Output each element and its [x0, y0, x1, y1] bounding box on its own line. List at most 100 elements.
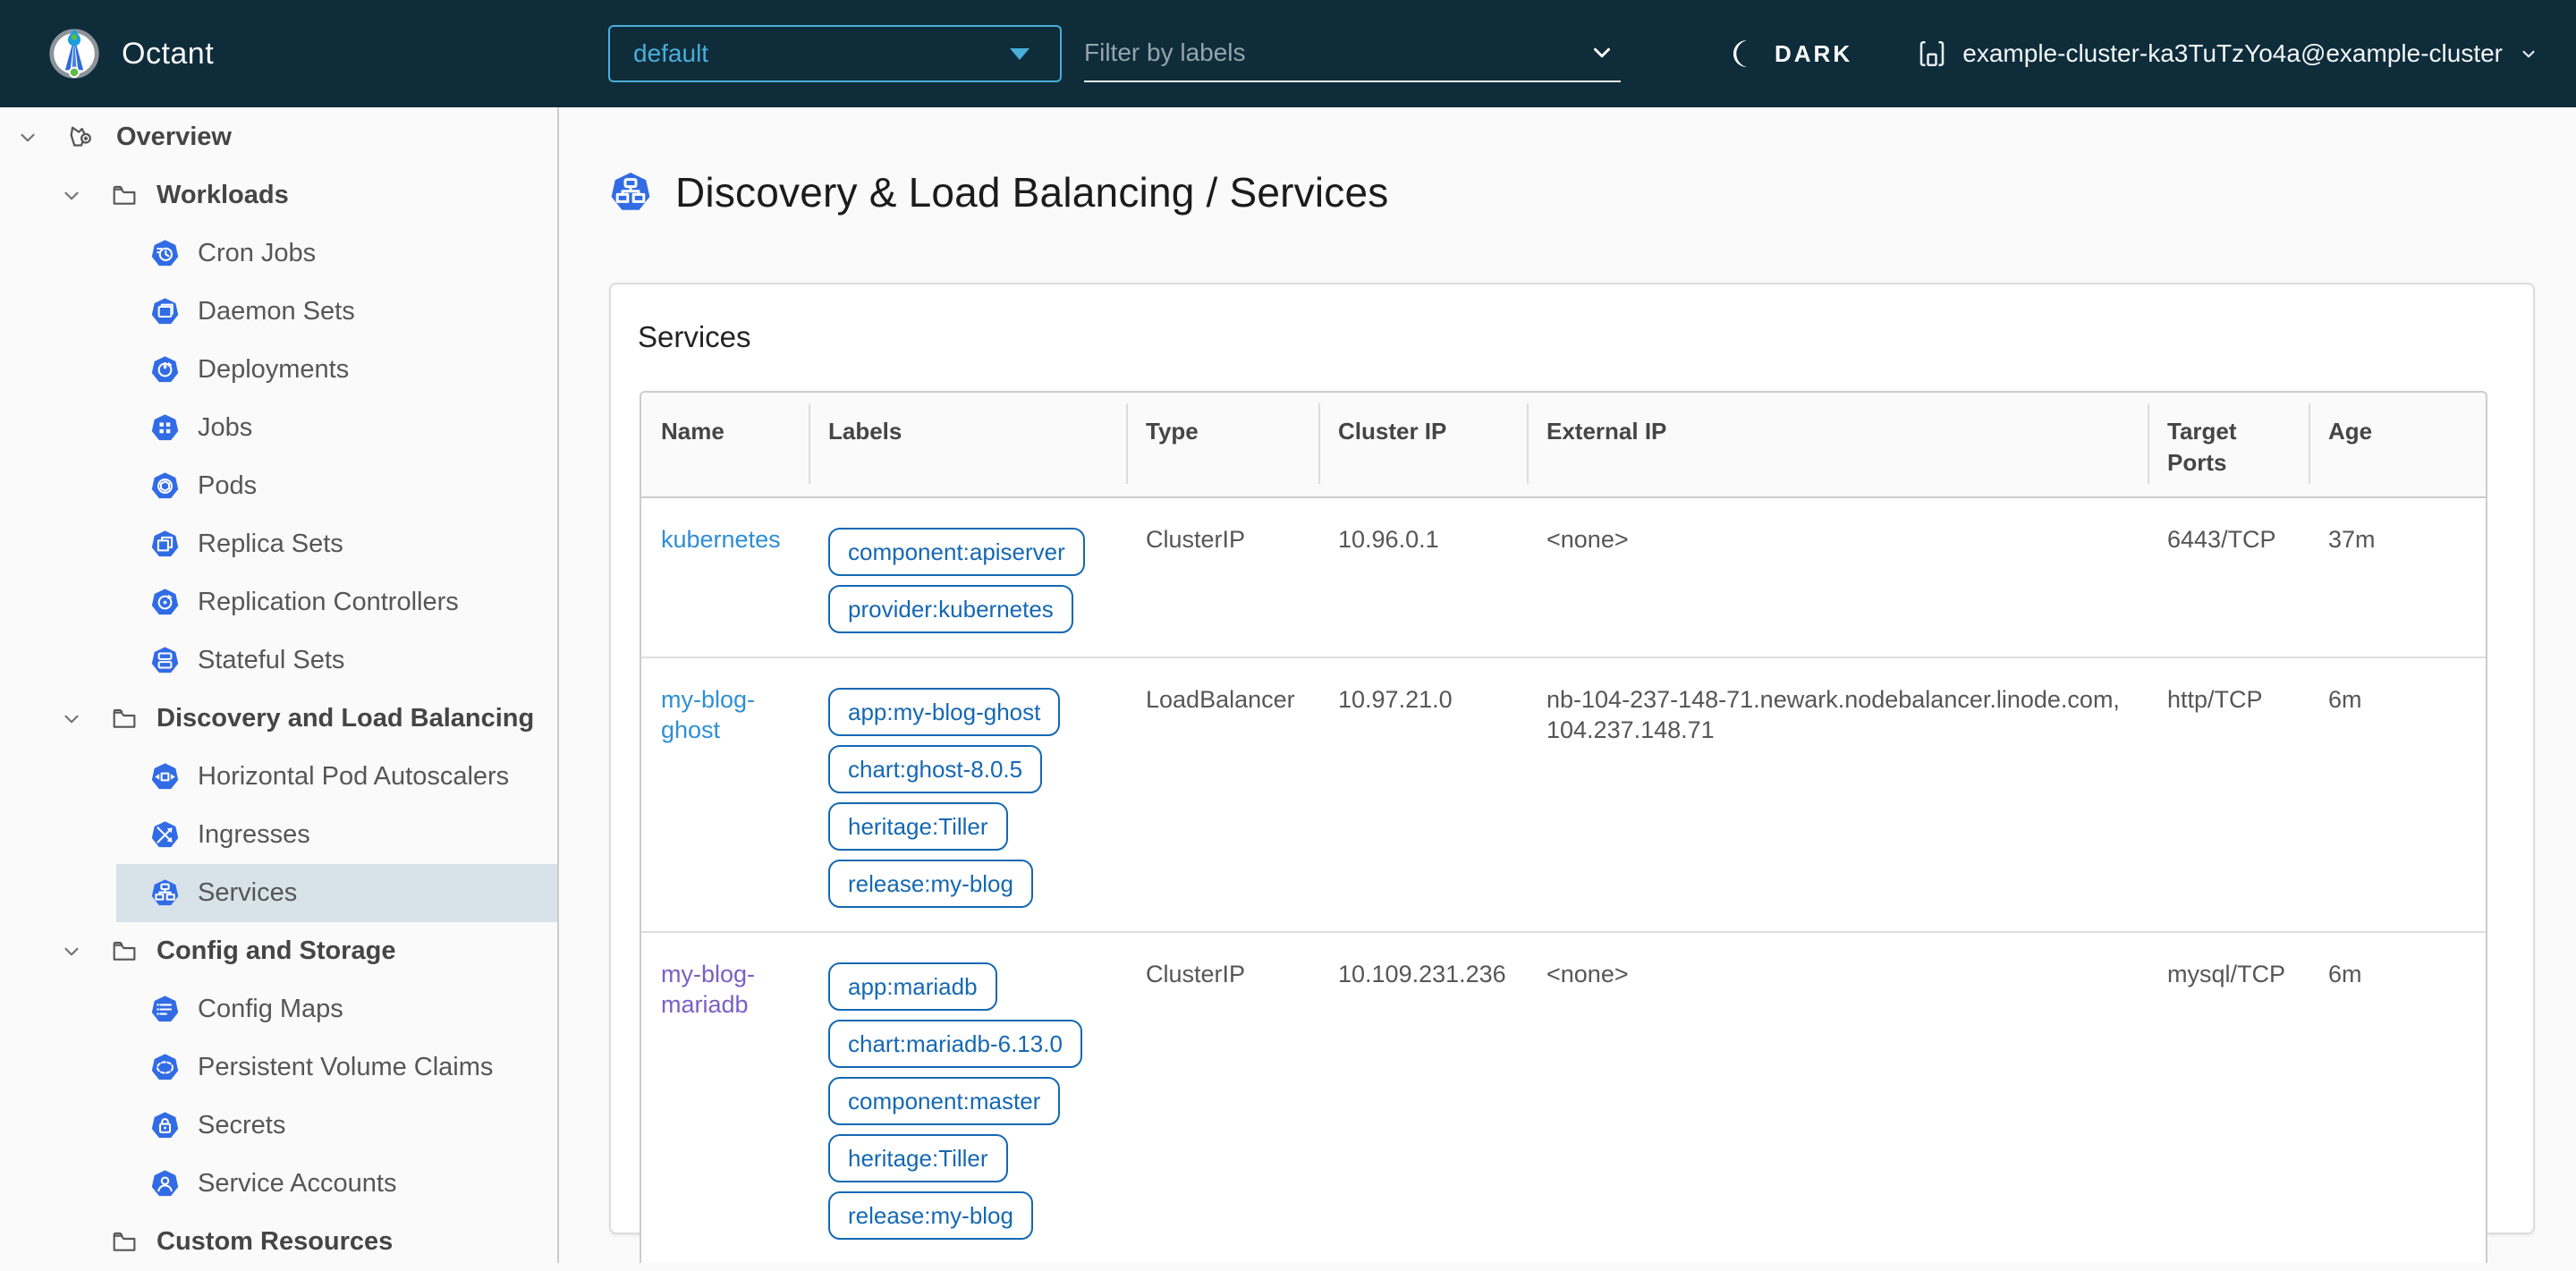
sidebar-item-custom-resources[interactable]: Custom Resources [0, 1213, 557, 1271]
sidebar-nav: Overview Workloads Cron Jobs Daemon Sets Dep… [0, 107, 559, 1263]
sidebar-item-discovery-and-load-balancing[interactable]: Discovery and Load Balancing [0, 690, 557, 748]
sidebar-item-label: Deployments [198, 355, 350, 384]
services-card: Services Name Labels Type Cluster IP Externa… [609, 283, 2535, 1263]
sidebar-item-secrets[interactable]: Secrets [0, 1097, 557, 1155]
column-header: External IP [1527, 393, 2148, 499]
chevron-down-icon [2517, 42, 2540, 65]
theme-toggle-button[interactable]: DARK [1726, 0, 1852, 107]
sidebar-item-ingresses[interactable]: Ingresses [0, 806, 557, 864]
label-filter-input[interactable] [1084, 38, 1589, 67]
sidebar-item-pods[interactable]: Pods [0, 457, 557, 515]
sidebar-item-label: Config Maps [198, 995, 343, 1023]
sidebar-item-stateful-sets[interactable]: Stateful Sets [0, 631, 557, 690]
folder-icon [110, 937, 139, 966]
folder-icon [110, 182, 139, 210]
service-name-link[interactable]: kubernetes [661, 526, 781, 553]
sidebar-item-config-maps[interactable]: Config Maps [0, 980, 557, 1038]
sidebar-item-replica-sets[interactable]: Replica Sets [0, 515, 557, 573]
type-cell: LoadBalancer [1126, 657, 1318, 933]
sidebar-item-label: Service Accounts [198, 1169, 397, 1198]
job-icon [150, 413, 180, 443]
sidebar-item-label: Stateful Sets [198, 646, 345, 674]
sidebar-item-label: Jobs [198, 413, 253, 442]
theme-toggle-label: DARK [1775, 39, 1853, 67]
caret-down-icon [1010, 47, 1030, 60]
labels-cell: app:my-blog-ghost chart:ghost-8.0.5 herita… [809, 657, 1126, 933]
pvc-icon [150, 1053, 180, 1082]
sidebar-item-label: Persistent Volume Claims [198, 1053, 494, 1081]
external-ip-cell: nb-104-237-148-71.newark.nodebalancer.li… [1527, 657, 2148, 933]
label-pill[interactable]: release:my-blog [828, 860, 1033, 909]
sidebar-item-jobs[interactable]: Jobs [0, 399, 557, 457]
octant-logo-icon [47, 26, 102, 81]
label-pill[interactable]: chart:ghost-8.0.5 [828, 745, 1043, 794]
secret-icon [150, 1111, 180, 1140]
type-cell: ClusterIP [1126, 931, 1318, 1263]
sidebar-item-services[interactable]: Services [0, 864, 557, 922]
chevron-down-icon[interactable] [60, 184, 83, 208]
main-content: Discovery & Load Balancing / Services Se… [561, 107, 2576, 1263]
sidebar-item-overview[interactable]: Overview [0, 108, 557, 166]
label-pill[interactable]: release:my-blog [828, 1191, 1033, 1241]
cluster-icon [1916, 38, 1948, 70]
sidebar-item-label: Daemon Sets [198, 297, 355, 326]
chevron-down-icon[interactable] [60, 940, 83, 963]
external-ip-cell: <none> [1546, 526, 1629, 554]
cronjob-icon [150, 239, 180, 268]
label-pill[interactable]: app:my-blog-ghost [828, 688, 1061, 737]
table-row: my-blog-mariadb app:mariadb chart:mariadb-… [641, 931, 2486, 1263]
sidebar-item-label: Discovery and Load Balancing [157, 704, 535, 733]
label-pill[interactable]: heritage:Tiller [828, 1134, 1008, 1183]
sidebar-item-config-and-storage[interactable]: Config and Storage [0, 922, 557, 980]
moon-icon [1726, 37, 1760, 71]
label-pill[interactable]: provider:kubernetes [828, 585, 1073, 634]
cluster-context-label: example-cluster-ka3TuTzYo4a@example-clus… [1962, 39, 2503, 67]
service-icon [150, 878, 180, 908]
table-row: kubernetes component:apiserver provider:ku… [641, 497, 2486, 657]
name-cell: kubernetes [641, 497, 809, 657]
chevron-down-icon[interactable] [1589, 39, 1615, 66]
sidebar-item-label: Cron Jobs [198, 239, 317, 267]
cluster-context-selector[interactable]: example-cluster-ka3TuTzYo4a@example-clus… [1916, 0, 2540, 107]
label-pill[interactable]: chart:mariadb-6.13.0 [828, 1020, 1082, 1069]
table-header-row: Name Labels Type Cluster IP External IP Targe… [641, 393, 2486, 499]
folder-icon [110, 1228, 139, 1257]
namespace-dropdown-value: default [633, 39, 709, 67]
label-pill[interactable]: component:apiserver [828, 528, 1085, 577]
label-pill[interactable]: component:master [828, 1077, 1061, 1126]
folder-icon [110, 705, 139, 733]
labels-cell: app:mariadb chart:mariadb-6.13.0 component… [809, 931, 1126, 1263]
app-header: Octant default DARK example-cluster-ka3T… [0, 0, 2576, 107]
sidebar-item-service-accounts[interactable]: Service Accounts [0, 1155, 557, 1213]
sidebar-item-label: Replication Controllers [198, 588, 459, 616]
column-header: Age [2309, 393, 2486, 499]
sidebar-item-daemon-sets[interactable]: Daemon Sets [0, 283, 557, 341]
sidebar-item-cron-jobs[interactable]: Cron Jobs [0, 225, 557, 283]
age-cell: 6m [2309, 657, 2486, 933]
sidebar-item-workloads[interactable]: Workloads [0, 166, 557, 225]
chevron-down-icon[interactable] [16, 126, 39, 149]
external-ip-cell: <none> [1527, 931, 2148, 1263]
chevron-down-icon[interactable] [60, 708, 83, 731]
column-header: Cluster IP [1318, 393, 1527, 499]
sidebar-item-replication-controllers[interactable]: Replication Controllers [0, 573, 557, 631]
cluster-ip-cell: 10.97.21.0 [1318, 657, 1527, 933]
sidebar-item-label: Secrets [198, 1111, 286, 1140]
sidebar-item-deployments[interactable]: Deployments [0, 341, 557, 399]
sidebar-item-label: Horizontal Pod Autoscalers [198, 762, 510, 791]
label-pill[interactable]: app:mariadb [828, 962, 997, 1012]
sidebar-item-label: Workloads [157, 181, 289, 209]
sidebar-item-label: Pods [198, 471, 258, 500]
daemonset-icon [150, 297, 180, 326]
label-pill[interactable]: heritage:Tiller [828, 802, 1008, 852]
serviceaccount-icon [150, 1169, 180, 1199]
sidebar-item-persistent-volume-claims[interactable]: Persistent Volume Claims [0, 1038, 557, 1097]
replicationcontroller-icon [150, 588, 180, 617]
sidebar-item-horizontal-pod-autoscalers[interactable]: Horizontal Pod Autoscalers [0, 748, 557, 806]
service-name-link[interactable]: my-blog-mariadb [661, 961, 755, 1017]
service-heptagon-icon [609, 171, 652, 214]
column-header: Labels [809, 393, 1126, 499]
namespace-dropdown[interactable]: default [608, 25, 1062, 82]
service-name-link[interactable]: my-blog-ghost [661, 686, 755, 742]
sidebar-item-label: Ingresses [198, 820, 310, 849]
